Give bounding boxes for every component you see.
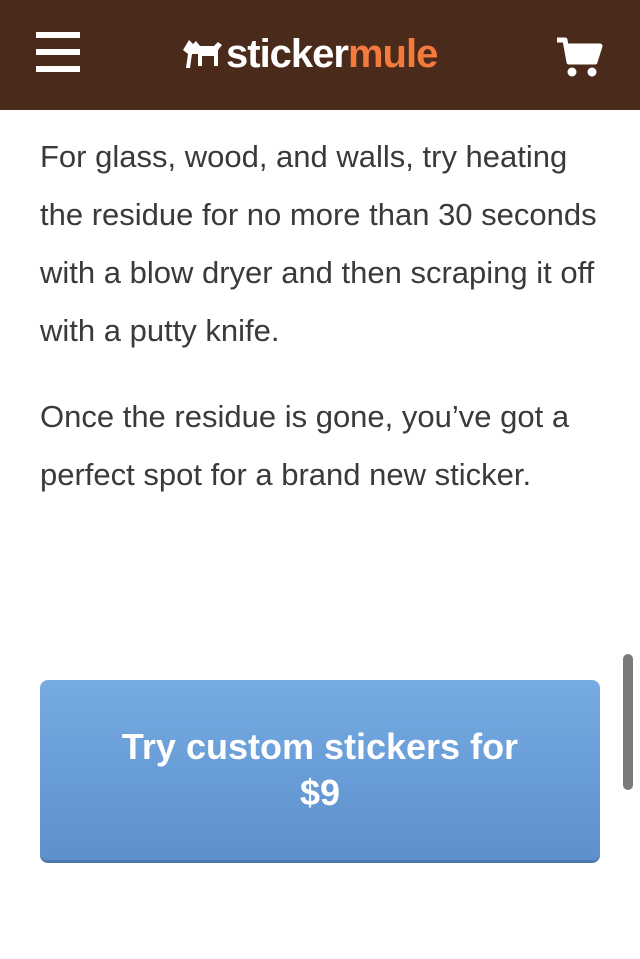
mule-logo-icon [183, 40, 222, 68]
article-body: For glass, wood, and walls, try heating … [40, 128, 604, 532]
shopping-cart-icon[interactable] [555, 36, 603, 78]
paragraph-residue-gone: Once the residue is gone, you’ve got a p… [40, 399, 570, 492]
hamburger-menu-icon[interactable] [36, 32, 80, 74]
paragraph-residue-removal: For glass, wood, and walls, try heating … [40, 139, 597, 348]
site-header: stickermule [0, 0, 640, 110]
menu-bar [36, 49, 80, 55]
menu-bar [36, 66, 80, 72]
try-custom-stickers-button[interactable]: Try custom stickers for $9 [40, 680, 600, 860]
logo-part-mule: mule [347, 32, 438, 76]
stickermule-logo[interactable]: stickermule [180, 26, 438, 82]
scrollbar-thumb[interactable] [623, 654, 633, 790]
logo-part-sticker: sticker [226, 32, 349, 76]
logo-wordmark: stickermule [226, 26, 438, 82]
menu-bar [36, 32, 80, 38]
